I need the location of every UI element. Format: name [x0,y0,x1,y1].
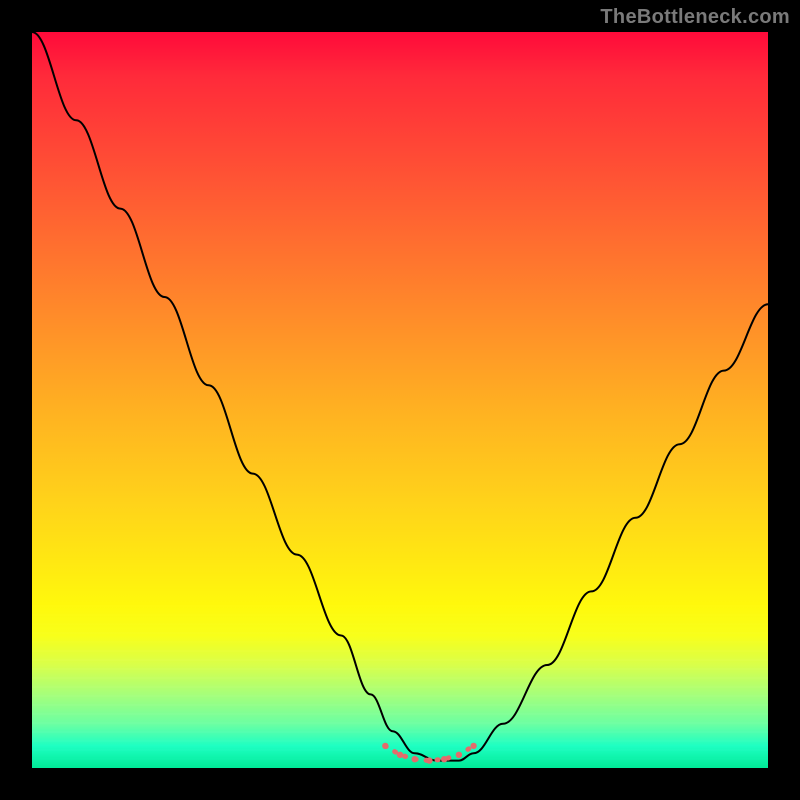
optimum-marker-dot [426,757,432,763]
optimum-marker-dot [382,743,388,749]
chart-svg [32,32,768,768]
optimum-marker-dot [397,752,403,758]
optimum-marker [382,743,477,764]
optimum-marker-dot [470,743,476,749]
plot-area [32,32,768,768]
chart-frame: TheBottleneck.com [0,0,800,800]
optimum-marker-dot [441,756,447,762]
watermark-text: TheBottleneck.com [600,6,790,29]
optimum-marker-dot [456,752,462,758]
bottleneck-curve-line [32,32,768,761]
optimum-marker-dot [412,756,418,762]
